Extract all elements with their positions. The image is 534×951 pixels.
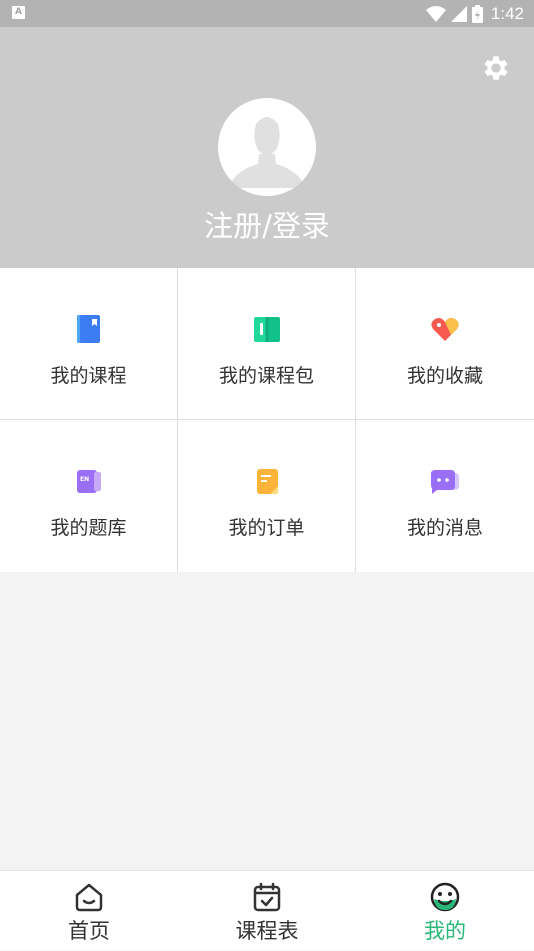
menu-item-my-course-packages[interactable]: 我的课程包	[178, 268, 356, 420]
menu-label: 我的订单	[228, 517, 305, 539]
question-bank-icon: EN	[77, 470, 101, 493]
tab-home[interactable]: 首页	[0, 871, 178, 951]
menu-item-my-question-bank[interactable]: EN 我的题库	[0, 420, 178, 572]
svg-text:EN: EN	[80, 476, 89, 483]
status-icons: 1:42	[425, 4, 524, 24]
menu-grid: 我的课程 我的课程包 我的收藏 EN 我的题库 我的订单 我的消息	[0, 268, 534, 572]
menu-label: 我的消息	[406, 517, 483, 539]
tab-label: 课程表	[235, 919, 299, 943]
open-book-icon	[254, 317, 280, 342]
calendar-icon	[253, 882, 281, 912]
book-icon	[77, 315, 100, 343]
order-note-icon	[257, 469, 278, 494]
default-avatar-icon	[228, 117, 306, 188]
profile-header: 注册/登录	[0, 27, 534, 268]
menu-item-my-favorites[interactable]: 我的收藏	[356, 268, 534, 420]
chat-bubble-icon	[431, 470, 459, 494]
gear-icon[interactable]	[480, 52, 512, 84]
menu-label: 我的收藏	[406, 365, 483, 387]
status-time: 1:42	[490, 4, 524, 23]
signal-icon	[450, 6, 467, 22]
tab-label: 首页	[68, 919, 110, 943]
tab-schedule[interactable]: 课程表	[178, 871, 356, 951]
notification-icon: A	[12, 6, 25, 19]
menu-label: 我的题库	[50, 517, 127, 539]
wifi-icon	[425, 6, 446, 22]
battery-icon	[471, 5, 483, 23]
bottom-tab-bar: 首页 课程表 我的	[0, 870, 534, 950]
menu-item-my-courses[interactable]: 我的课程	[0, 268, 178, 420]
menu-label: 我的课程包	[218, 365, 314, 387]
login-register-link[interactable]: 注册/登录	[0, 203, 534, 245]
status-bar: A 1:42	[0, 0, 534, 27]
avatar[interactable]	[218, 98, 316, 196]
home-icon	[75, 883, 103, 912]
smiley-icon	[430, 882, 460, 912]
tab-label: 我的	[424, 919, 466, 943]
menu-item-my-messages[interactable]: 我的消息	[356, 420, 534, 572]
tab-mine[interactable]: 我的	[356, 871, 534, 951]
menu-item-my-orders[interactable]: 我的订单	[178, 420, 356, 572]
menu-label: 我的课程	[50, 365, 127, 387]
heart-tag-icon	[431, 318, 459, 341]
